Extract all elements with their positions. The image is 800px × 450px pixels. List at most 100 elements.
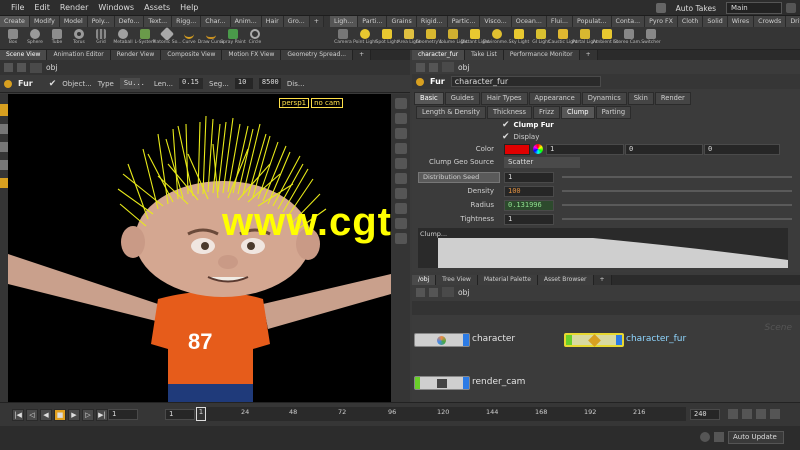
- length-field[interactable]: 0.15: [179, 78, 204, 89]
- back-arrow-icon[interactable]: [4, 63, 13, 72]
- shelf-tab-modify[interactable]: Modify: [29, 16, 60, 27]
- desktop-menu-icon[interactable]: [786, 3, 796, 13]
- tool-sphere[interactable]: Sphere: [24, 28, 46, 50]
- tab-geometry-spreadsheet[interactable]: Geometry Spread...: [281, 50, 354, 60]
- 3d-viewport[interactable]: persp1 no cam 87 www.cgt: [8, 94, 391, 402]
- shading-icon[interactable]: [394, 143, 407, 154]
- tab-motion-fx-view[interactable]: Motion FX View: [222, 50, 282, 60]
- radius-slider[interactable]: [562, 204, 792, 206]
- shelf-tab-deform[interactable]: Defo...: [114, 16, 145, 27]
- shelf-tab-drive[interactable]: Drive...: [786, 16, 800, 27]
- color-swatch[interactable]: [504, 143, 530, 155]
- tool-torus[interactable]: Torus: [68, 28, 90, 50]
- chat-icon[interactable]: [700, 432, 710, 442]
- scale-tool-icon[interactable]: [0, 160, 8, 170]
- transform-tool-icon[interactable]: [0, 124, 8, 134]
- jump-end-button[interactable]: ▶|: [96, 409, 108, 421]
- camera-view-icon[interactable]: [394, 188, 407, 199]
- shelf-tab-animation[interactable]: Anim...: [230, 16, 262, 27]
- color-r-field[interactable]: 1: [546, 143, 624, 155]
- settings-icon[interactable]: [770, 409, 780, 419]
- menu-help[interactable]: Help: [175, 0, 203, 16]
- display-flag-icon[interactable]: [463, 334, 469, 346]
- tab-parting[interactable]: Parting: [595, 106, 632, 119]
- realtime-icon[interactable]: [756, 409, 766, 419]
- shelf-tab-model[interactable]: Model: [59, 16, 88, 27]
- radius-field[interactable]: 0.131996: [504, 199, 554, 211]
- tool-stereo-camera[interactable]: Stereo Cam...: [614, 28, 644, 50]
- display-check-icon[interactable]: ✔: [502, 132, 510, 142]
- camera-menu[interactable]: persp1: [278, 98, 310, 108]
- count-field[interactable]: 8500: [258, 78, 281, 89]
- auto-update-select[interactable]: Auto Update: [728, 431, 784, 444]
- menu-windows[interactable]: Windows: [93, 0, 139, 16]
- tool-spot-light[interactable]: Spot Light: [376, 28, 398, 50]
- shelf-add-tab-icon[interactable]: +: [309, 16, 325, 27]
- visibility-icon[interactable]: [394, 233, 407, 244]
- tab-take-list[interactable]: Take List: [465, 50, 504, 60]
- clump-fur-check-icon[interactable]: ✔: [502, 120, 510, 130]
- distribution-seed-slider[interactable]: [562, 176, 792, 178]
- distribution-seed-button[interactable]: Distribution Seed: [418, 171, 500, 183]
- shelf-tab-character[interactable]: Char...: [201, 16, 231, 27]
- tool-distant-light[interactable]: Distant Light: [461, 28, 489, 50]
- shelf-tab-poly[interactable]: Poly...: [87, 16, 115, 27]
- node-character[interactable]: [414, 333, 470, 347]
- param-forward-icon[interactable]: [429, 62, 438, 72]
- cache-icon[interactable]: [714, 432, 724, 442]
- tool-sky-light[interactable]: Sky Light: [508, 28, 530, 50]
- tab-skin[interactable]: Skin: [627, 92, 654, 105]
- tool-caustic-light[interactable]: Caustic Light: [548, 28, 578, 50]
- color-g-field[interactable]: 0: [625, 143, 703, 155]
- tab-render-view[interactable]: Render View: [110, 50, 162, 60]
- no-cam-menu[interactable]: no cam: [311, 98, 343, 108]
- snap-icon[interactable]: [394, 173, 407, 184]
- cam-bypass-flag-icon[interactable]: [415, 377, 420, 389]
- menu-assets[interactable]: Assets: [139, 0, 175, 16]
- network-forward-icon[interactable]: [429, 287, 438, 297]
- shelf-tab-fluids[interactable]: Flui...: [546, 16, 574, 27]
- shelf-tab-rigging[interactable]: Rigg...: [172, 16, 202, 27]
- stop-button[interactable]: ■: [54, 409, 66, 421]
- node-render-cam[interactable]: [414, 376, 470, 390]
- ghost-icon[interactable]: [394, 158, 407, 169]
- tool-point-light[interactable]: Point Light: [353, 28, 377, 50]
- wireframe-icon[interactable]: [394, 128, 407, 139]
- check-icon[interactable]: ✔: [49, 79, 57, 89]
- tool-grid[interactable]: Grid: [90, 28, 112, 50]
- geo-source-select[interactable]: Scatter: [504, 156, 580, 168]
- shelf-tab-particle-fluids[interactable]: Partic...: [447, 16, 481, 27]
- shelf-tab-lights[interactable]: Ligh...: [330, 16, 359, 27]
- density-slider[interactable]: [562, 190, 792, 192]
- shelf-tab-create[interactable]: Create: [0, 16, 30, 27]
- tab-obj[interactable]: /obj: [412, 275, 437, 285]
- tab-scene-view[interactable]: Scene View: [0, 50, 48, 60]
- network-back-icon[interactable]: [416, 287, 425, 297]
- tab-frizz[interactable]: Frizz: [533, 106, 561, 119]
- color-wheel-icon[interactable]: [533, 144, 543, 154]
- path-obj[interactable]: obj: [46, 63, 57, 72]
- end-frame-field[interactable]: 240: [690, 409, 720, 420]
- param-back-icon[interactable]: [416, 62, 425, 72]
- tool-metaball[interactable]: Metaball: [112, 28, 134, 50]
- network-path[interactable]: obj: [458, 288, 469, 297]
- distribution-seed-field[interactable]: 1: [504, 171, 554, 183]
- tool-volume-light[interactable]: Volume Light: [438, 28, 468, 50]
- desktop-select[interactable]: Main: [726, 2, 782, 14]
- shelf-tab-cloth[interactable]: Cloth: [677, 16, 704, 27]
- shelf-tab-particles[interactable]: Parti...: [358, 16, 388, 27]
- play-reverse-button[interactable]: ◀: [40, 409, 52, 421]
- tool-environment-light[interactable]: Environme...: [483, 28, 511, 50]
- tool-lsystem[interactable]: L-System: [134, 28, 156, 50]
- tab-thickness[interactable]: Thickness: [486, 106, 533, 119]
- frame-icon[interactable]: [394, 218, 407, 229]
- tool-geometry-light[interactable]: Geometry L...: [416, 28, 446, 50]
- jump-start-button[interactable]: |◀: [12, 409, 24, 421]
- rotate-tool-icon[interactable]: [0, 142, 8, 152]
- param-path[interactable]: obj: [458, 63, 469, 72]
- menu-file[interactable]: File: [6, 0, 29, 16]
- display-options-icon[interactable]: [394, 98, 407, 109]
- menu-render[interactable]: Render: [55, 0, 93, 16]
- forward-arrow-icon[interactable]: [17, 63, 26, 72]
- tightness-field[interactable]: 1: [504, 213, 554, 225]
